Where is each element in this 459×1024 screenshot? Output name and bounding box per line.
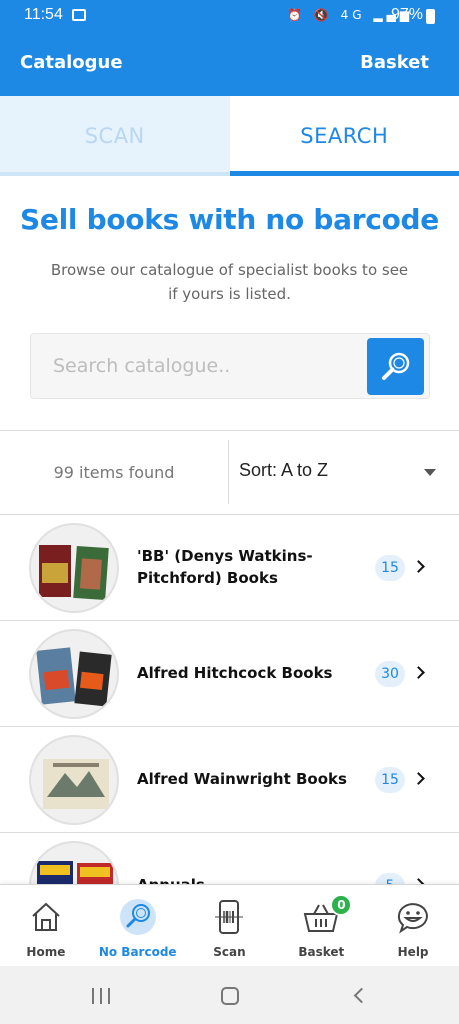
tab-scan[interactable]: SCAN (0, 96, 230, 176)
nav-label: Basket (298, 945, 345, 959)
divider (228, 440, 229, 504)
basket-link[interactable]: Basket (360, 52, 429, 73)
magnifier-icon (381, 352, 409, 380)
mode-tabs: SCAN SEARCH (0, 96, 459, 176)
nav-home[interactable]: Home (0, 885, 92, 966)
page-subtitle: Browse our catalogue of specialist books… (50, 261, 409, 303)
search-bar (30, 333, 430, 399)
nav-label: Home (26, 945, 66, 959)
book-thumbnail (29, 629, 119, 719)
battery-percent: 97% (390, 6, 423, 23)
nav-scan[interactable]: Scan (184, 885, 276, 966)
chevron-right-icon (412, 666, 425, 679)
smiley-icon (397, 903, 429, 934)
tab-search[interactable]: SEARCH (229, 96, 459, 176)
app-header: 11:54 ⏰ 🔇 4G ▂▄▆ 97% Catalogue Basket (0, 0, 459, 96)
book-thumbnail (29, 523, 119, 613)
list-item-title: 'BB' (Denys Watkins-Pitchford) Books (137, 547, 313, 587)
chevron-right-icon (412, 772, 425, 785)
nav-label: No Barcode (98, 945, 177, 959)
caret-down-icon[interactable] (424, 469, 436, 476)
list-item-title: Alfred Wainwright Books (137, 770, 347, 788)
network-type-label: 4G (340, 8, 366, 22)
page-title: Sell books with no barcode (20, 203, 439, 236)
home-icon (32, 902, 60, 931)
nav-label: Help (397, 945, 429, 959)
catalogue-link[interactable]: Catalogue (20, 52, 123, 73)
back-button[interactable] (353, 987, 370, 1004)
magnifier-icon (119, 899, 156, 935)
battery-icon (426, 9, 435, 24)
results-count: 99 items found (53, 463, 175, 482)
image-notification-icon (72, 9, 86, 21)
nav-help[interactable]: Help (367, 885, 459, 966)
divider (0, 430, 459, 431)
home-button[interactable] (221, 987, 239, 1005)
list-item[interactable]: Alfred Wainwright Books 15 (0, 726, 459, 832)
book-thumbnail (29, 735, 119, 825)
status-time: 11:54 (24, 6, 63, 23)
count-badge: 15 (375, 555, 405, 581)
nav-label: Scan (213, 945, 246, 959)
basket-count-badge: 0 (330, 894, 353, 916)
chevron-right-icon (412, 560, 425, 573)
system-navigation-bar (0, 966, 459, 1024)
search-button[interactable] (367, 338, 424, 395)
list-item-title: Alfred Hitchcock Books (137, 664, 333, 682)
bottom-navigation: Home No Barcode Scan 0 Basket Help (0, 884, 459, 966)
list-item[interactable]: 'BB' (Denys Watkins-Pitchford) Books 15 (0, 514, 459, 620)
nav-no-barcode[interactable]: No Barcode (92, 885, 184, 966)
nav-basket[interactable]: 0 Basket (275, 885, 367, 966)
sort-dropdown[interactable]: Sort: A to Z (239, 460, 328, 481)
recent-apps-button[interactable] (92, 988, 112, 1004)
search-input[interactable] (31, 334, 361, 398)
status-bar: 11:54 ⏰ 🔇 4G ▂▄▆ 97% (0, 0, 459, 32)
count-badge: 15 (375, 767, 405, 793)
count-badge: 30 (375, 661, 405, 687)
list-item[interactable]: Alfred Hitchcock Books 30 (0, 620, 459, 726)
barcode-scan-icon (215, 900, 244, 934)
